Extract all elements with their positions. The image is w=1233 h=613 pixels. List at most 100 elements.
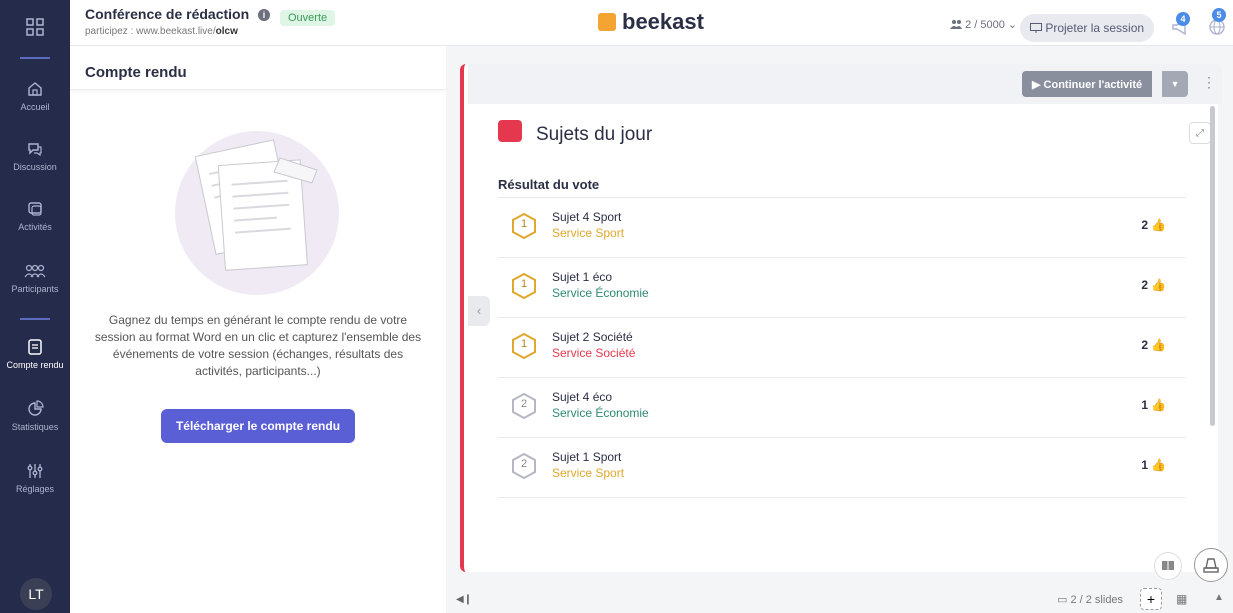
- vote-count: 2 👍: [1141, 278, 1166, 292]
- grid-view-icon[interactable]: ▦: [1176, 592, 1187, 606]
- status-badge: Ouverte: [280, 10, 336, 26]
- beekast-logo-icon: [598, 13, 616, 31]
- report-panel: Compte rendu Gagnez du temps en générant…: [70, 46, 446, 613]
- sidebar-item-accueil[interactable]: Accueil: [0, 80, 70, 136]
- vote-row: 1 Sujet 4 Sport Service Sport 2 👍: [498, 198, 1186, 258]
- collapse-panel-tab[interactable]: ‹: [468, 296, 490, 326]
- megaphone-notification-badge: 4: [1176, 12, 1190, 26]
- expand-icon[interactable]: ⤢: [1189, 122, 1211, 144]
- continue-activity-label: Continuer l'activité: [1043, 78, 1143, 91]
- vote-count-value: 1: [1141, 458, 1149, 472]
- avatar[interactable]: LT: [20, 578, 52, 610]
- brand-name: beekast: [622, 9, 704, 34]
- vote-count: 1 👍: [1141, 458, 1166, 472]
- more-options-icon[interactable]: ⋮: [1202, 74, 1216, 91]
- rank-number: 1: [520, 278, 528, 290]
- rank-number: 1: [520, 338, 528, 350]
- print-button[interactable]: [1194, 548, 1228, 582]
- apps-grid-icon[interactable]: [24, 16, 46, 38]
- vote-topic-name: Sujet 1 éco: [552, 270, 613, 284]
- sidebar-item-label: Compte rendu: [6, 360, 64, 370]
- continue-activity-button[interactable]: ▶ Continuer l'activité: [1022, 71, 1153, 97]
- slides-icon: ▭: [1057, 594, 1068, 606]
- add-slide-button[interactable]: +: [1140, 588, 1162, 610]
- sidebar-item-reglages[interactable]: Réglages: [0, 462, 70, 518]
- sidebar-item-activites[interactable]: Activités: [0, 200, 70, 256]
- users-icon: [950, 20, 962, 29]
- home-icon: [28, 82, 42, 96]
- bottom-bar: ◀❙ ▭ 2 / 2 slides + ▦ ▲: [446, 586, 1233, 613]
- sidebar-divider: [20, 57, 50, 59]
- activity-card: ▶ Continuer l'activité ▼ ⋮ Sujets du jou…: [460, 64, 1228, 582]
- sidebar-item-compte-rendu[interactable]: Compte rendu: [0, 338, 70, 394]
- project-session-button[interactable]: Projeter la session: [1020, 14, 1155, 42]
- vote-count: 2 👍: [1141, 338, 1166, 352]
- settings-icon: [27, 464, 43, 478]
- report-description: Gagnez du temps en générant le compte re…: [94, 313, 422, 378]
- slides-counter: ▭ 2 / 2 slides: [1057, 593, 1123, 606]
- session-url-prefix: participez : www.beekast.live/: [85, 26, 216, 37]
- vote-topic-name: Sujet 4 éco: [552, 390, 613, 404]
- scrollbar[interactable]: [1210, 106, 1215, 566]
- top-bar: Conférence de rédaction i Ouverte partic…: [70, 0, 1233, 46]
- vote-row: 1 Sujet 1 éco Service Économie 2 👍: [498, 258, 1186, 318]
- sidebar-item-label: Activités: [18, 222, 52, 232]
- sidebar-item-discussion[interactable]: Discussion: [0, 140, 70, 196]
- vote-count-value: 1: [1141, 398, 1149, 412]
- sidebar-item-statistiques[interactable]: Statistiques: [0, 400, 70, 456]
- rank-number: 2: [520, 458, 528, 470]
- sidebar-item-label: Discussion: [13, 162, 57, 172]
- documents-illustration: [172, 128, 342, 298]
- vote-count-value: 2: [1141, 338, 1149, 352]
- vote-results-title: Résultat du vote: [498, 177, 600, 192]
- layout-toggle-button[interactable]: [1154, 552, 1182, 580]
- sidebar-item-participants[interactable]: Participants: [0, 262, 70, 318]
- chevron-down-icon: ⌄: [1007, 19, 1018, 31]
- globe-notification-badge: 5: [1212, 8, 1226, 22]
- expand-up-icon[interactable]: ▲: [1214, 592, 1224, 603]
- continue-options-button[interactable]: ▼: [1162, 71, 1188, 97]
- vote-service: Service Économie: [552, 406, 649, 420]
- vote-row: 1 Sujet 2 Société Service Société 2 👍: [498, 318, 1186, 378]
- rank-number: 2: [520, 398, 528, 410]
- vote-service: Service Sport: [552, 466, 625, 480]
- thumbs-up-icon: 👍: [1151, 398, 1166, 412]
- sidebar-item-label: Participants: [11, 284, 59, 294]
- plus-icon: +: [1146, 591, 1156, 607]
- rank-number: 1: [520, 218, 528, 230]
- report-icon: [28, 339, 42, 355]
- sidebar-item-label: Réglages: [15, 484, 55, 494]
- slides-count: 2 / 2 slides: [1070, 594, 1124, 606]
- sidebar-item-label: Accueil: [20, 102, 50, 112]
- thumbs-up-icon: 👍: [1151, 338, 1166, 352]
- caret-down-icon: ▼: [1170, 79, 1180, 89]
- sidebar: Accueil Discussion Activités Participant…: [0, 0, 70, 613]
- vote-count: 1 👍: [1141, 398, 1166, 412]
- vote-count-value: 2: [1141, 278, 1149, 292]
- vote-results-list: 1 Sujet 4 Sport Service Sport 2 👍 1 Sujet 1 éc…: [498, 198, 1186, 498]
- thumbs-up-icon: 👍: [1151, 458, 1166, 472]
- chat-icon: [28, 143, 42, 157]
- session-code: olcw: [215, 26, 238, 37]
- participants-icon: [24, 264, 46, 278]
- sidebar-divider: [20, 318, 50, 320]
- collapse-left-icon[interactable]: ◀❙: [456, 594, 472, 605]
- chevron-left-icon: ‹: [476, 303, 482, 318]
- participants-counter[interactable]: 2 / 5000 ⌄: [950, 18, 1017, 31]
- activities-icon: [28, 202, 42, 216]
- vote-row: 2 Sujet 4 éco Service Économie 1 👍: [498, 378, 1186, 438]
- download-report-button[interactable]: Télécharger le compte rendu: [161, 409, 355, 443]
- vote-topic-name: Sujet 1 Sport: [552, 450, 622, 464]
- print-icon: [1203, 558, 1219, 573]
- session-title[interactable]: Conférence de rédaction: [85, 6, 249, 22]
- vote-row: 2 Sujet 1 Sport Service Sport 1 👍: [498, 438, 1186, 498]
- play-icon: ▶: [1032, 78, 1041, 91]
- activity-type-icon: [498, 120, 522, 142]
- info-icon[interactable]: i: [258, 9, 270, 21]
- activity-toolbar: ▶ Continuer l'activité ▼ ⋮: [468, 64, 1222, 104]
- vote-service: Service Société: [552, 346, 636, 360]
- scrollbar-thumb[interactable]: [1210, 106, 1215, 426]
- pie-chart-icon: [28, 400, 44, 416]
- projector-icon: [1030, 23, 1042, 33]
- thumbs-up-icon: 👍: [1151, 278, 1166, 292]
